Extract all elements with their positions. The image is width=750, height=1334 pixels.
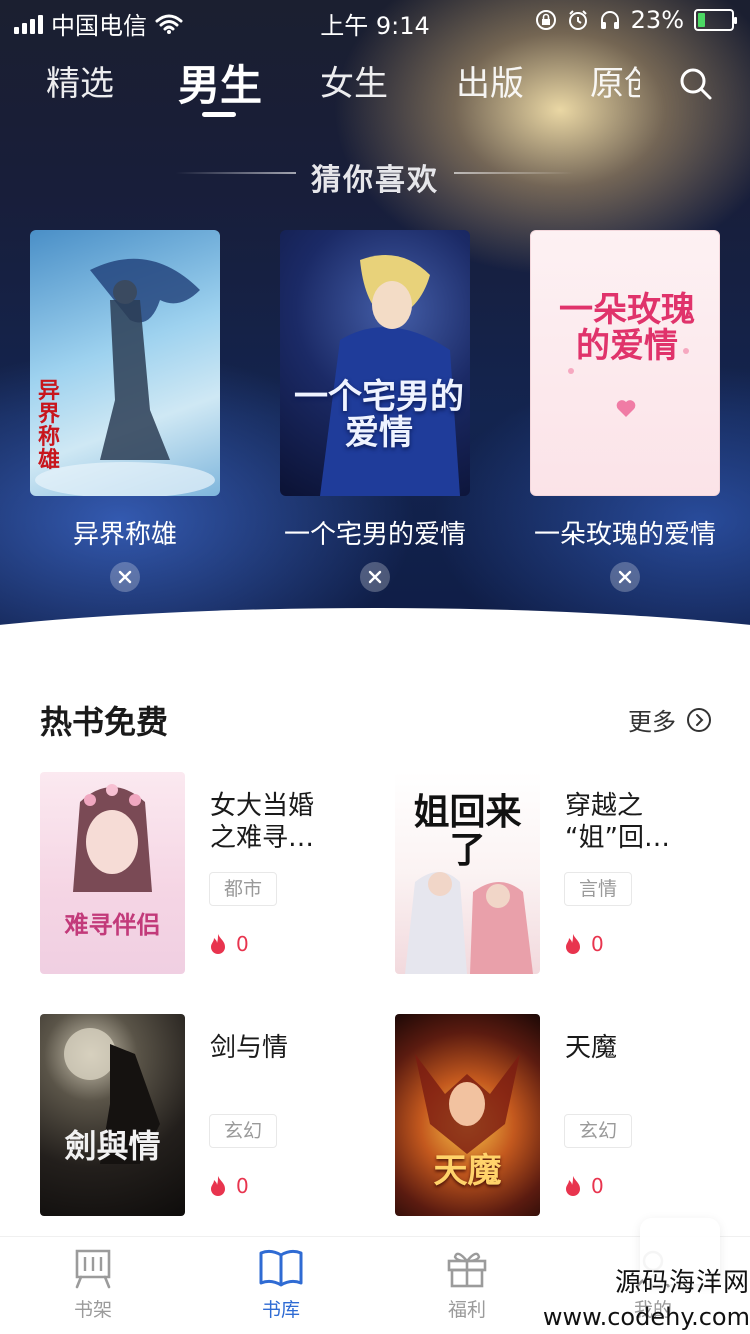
anime-boy-illustration [320,255,460,496]
book-title-line: 穿越之 [565,791,644,821]
battery-level [698,13,706,27]
book-title-line: 剑与情 [210,1033,289,1063]
book-title-line: 天魔 [565,1033,618,1063]
close-icon [368,570,382,584]
tab-original-clip: 原创 [590,56,640,116]
tab-original[interactable]: 原创 [590,56,640,105]
couple-illustration [405,872,533,974]
tab-published[interactable]: 出版 [456,56,524,105]
book-cover[interactable]: 劍與情 [40,1014,185,1216]
nav-library[interactable]: 书库 [236,1247,326,1322]
rotation-lock-icon [535,10,556,30]
heat-value: 0 [236,1174,249,1198]
book-cover[interactable]: 一个宅男的爱情 [280,230,470,496]
more-link[interactable]: 更多 [628,702,712,737]
battery-icon [694,9,737,31]
recommended-book-card[interactable]: 异界称雄 异界称雄 [30,230,220,592]
chevron-right-circle-icon [687,707,711,732]
tab-female[interactable]: 女生 [320,56,388,105]
battery-percent: 23% [630,6,684,34]
guess-you-like-title: 猜你喜欢 [311,163,439,198]
status-bar: 中国电信 上午 9:14 23% [0,0,750,40]
recommended-book-card[interactable]: 一朵玫瑰的爱情 一朵玫瑰的爱情 [530,230,720,592]
heat-count: 0 [208,932,249,956]
fire-icon [211,1176,225,1196]
heat-count: 0 [563,932,604,956]
book-cover[interactable]: 姐回来了 [395,772,540,974]
nav-label: 福利 [447,1299,486,1321]
open-book-icon [259,1249,303,1287]
gift-icon [447,1252,487,1288]
more-label: 更多 [628,708,676,736]
heat-value: 0 [236,932,249,956]
category-tabs: 精选 男生 女生 出版 原创 [0,56,750,120]
watermark-line: 源码海洋网 [614,1268,750,1298]
nav-welfare[interactable]: 福利 [422,1247,512,1322]
genre-tag: 言情 [564,872,632,906]
book-cover[interactable]: 天魔 [395,1014,540,1216]
dismiss-button[interactable] [110,562,140,592]
book-title-line: 之难寻… [210,823,315,853]
nav-label: 书库 [261,1299,300,1321]
heart-decoration [568,348,689,417]
nav-bookshelf[interactable]: 书架 [48,1247,138,1322]
heat-count: 0 [208,1174,249,1198]
search-icon[interactable] [676,64,716,104]
alarm-icon [568,10,587,30]
book-title[interactable]: 天魔 [565,1032,705,1064]
book-title[interactable]: 穿越之 “姐”回… [565,790,705,854]
genre-tag: 都市 [209,872,277,906]
book-title[interactable]: 一个宅男的爱情 [255,514,495,551]
recommended-book-card[interactable]: 一个宅男的爱情 一个宅男的爱情 [280,230,470,592]
tab-male[interactable]: 男生 [178,52,262,113]
book-title[interactable]: 女大当婚 之难寻… [210,790,350,854]
dismiss-button[interactable] [360,562,390,592]
cover-title-text: 一个宅男的爱情 [294,377,464,453]
genre-tag: 玄幻 [209,1114,277,1148]
watermark: 源码海洋网 www.codehy.com [520,1266,750,1334]
bookshelf-icon [75,1249,111,1289]
cover-title-text: 难寻伴侣 [64,910,161,939]
book-title-line: “姐”回… [565,823,670,853]
book-cover[interactable]: 异界称雄 [30,230,220,496]
fire-icon [211,934,225,954]
heat-value: 0 [591,1174,604,1198]
nav-label: 书架 [73,1299,112,1321]
cover-title-text: 异界称雄 [38,378,61,474]
hero-bottom-curve [0,608,750,640]
dismiss-button[interactable] [610,562,640,592]
girl-illustration [73,784,152,892]
warrior-silhouette-illustration [64,1028,160,1164]
tab-featured[interactable]: 精选 [46,56,114,105]
book-title[interactable]: 异界称雄 [5,514,245,551]
book-cover[interactable]: 一朵玫瑰的爱情 [530,230,720,496]
close-icon [118,570,132,584]
fire-icon [566,934,580,954]
hero-banner: 中国电信 上午 9:14 23% 精选 男生 女生 出版 原 猜你喜欢 异界称雄… [0,0,750,640]
cover-title-text: 天魔 [433,1151,502,1191]
headphones-icon [600,11,619,29]
book-title[interactable]: 一朵玫瑰的爱情 [505,514,745,551]
hot-free-title: 热书免费 [40,703,169,741]
book-title[interactable]: 剑与情 [210,1032,350,1064]
genre-tag: 玄幻 [564,1114,632,1148]
heat-value: 0 [591,932,604,956]
fire-icon [566,1176,580,1196]
book-title-line: 女大当婚 [210,791,315,821]
book-cover[interactable]: 难寻伴侣 [40,772,185,974]
title-divider-right [454,172,574,174]
watermark-line: www.codehy.com [542,1303,750,1331]
active-tab-indicator [202,112,236,117]
close-icon [618,570,632,584]
heat-count: 0 [563,1174,604,1198]
cover-title-text: 劍與情 [64,1127,161,1165]
